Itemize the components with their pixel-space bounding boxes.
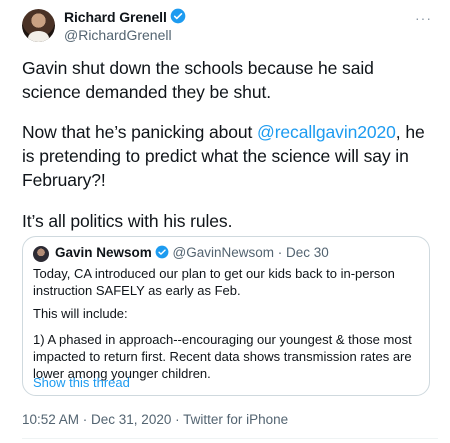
verified-badge-icon bbox=[170, 8, 186, 27]
tweet-timestamp[interactable]: 10:52 AM · Dec 31, 2020 · Twitter for iP… bbox=[22, 412, 288, 427]
tweet-paragraph-2: Now that he’s panicking about @recallgav… bbox=[22, 120, 432, 192]
show-thread-link[interactable]: Show this thread bbox=[33, 375, 130, 390]
tweet-paragraph-1: Gavin shut down the schools because he s… bbox=[22, 58, 374, 102]
quoted-text-1: Today, CA introduced our plan to get our… bbox=[33, 266, 395, 298]
avatar-shirt bbox=[28, 31, 49, 42]
quoted-tweet-header: Gavin Newsom @GavinNewsom · Dec 30 bbox=[55, 245, 329, 262]
author-name-row[interactable]: Richard Grenell bbox=[64, 8, 186, 27]
quoted-text-2: This will include: bbox=[33, 306, 128, 321]
quoted-tweet[interactable]: Gavin Newsom @GavinNewsom · Dec 30 Today… bbox=[22, 236, 430, 396]
tweet-text-segment: Now that he’s panicking about bbox=[22, 122, 258, 142]
author-handle[interactable]: @RichardGrenell bbox=[64, 27, 172, 43]
quoted-date: Dec 30 bbox=[286, 245, 329, 260]
author-name[interactable]: Richard Grenell bbox=[64, 9, 167, 25]
quoted-author-name: Gavin Newsom bbox=[55, 245, 152, 260]
quoted-author-handle: @GavinNewsom bbox=[172, 245, 275, 260]
quoted-author-avatar bbox=[33, 246, 49, 262]
more-options-icon[interactable]: ··· bbox=[415, 10, 432, 26]
mention-link[interactable]: @recallgavin2020 bbox=[257, 122, 396, 142]
quoted-verified-badge-icon bbox=[155, 245, 169, 262]
quoted-separator: · bbox=[274, 245, 287, 260]
tweet-paragraph-3: It’s all politics with his rules. bbox=[22, 211, 233, 231]
author-avatar[interactable] bbox=[22, 9, 55, 42]
divider bbox=[22, 438, 438, 439]
tweet-card: Richard Grenell @RichardGrenell ··· Gavi… bbox=[0, 0, 450, 443]
